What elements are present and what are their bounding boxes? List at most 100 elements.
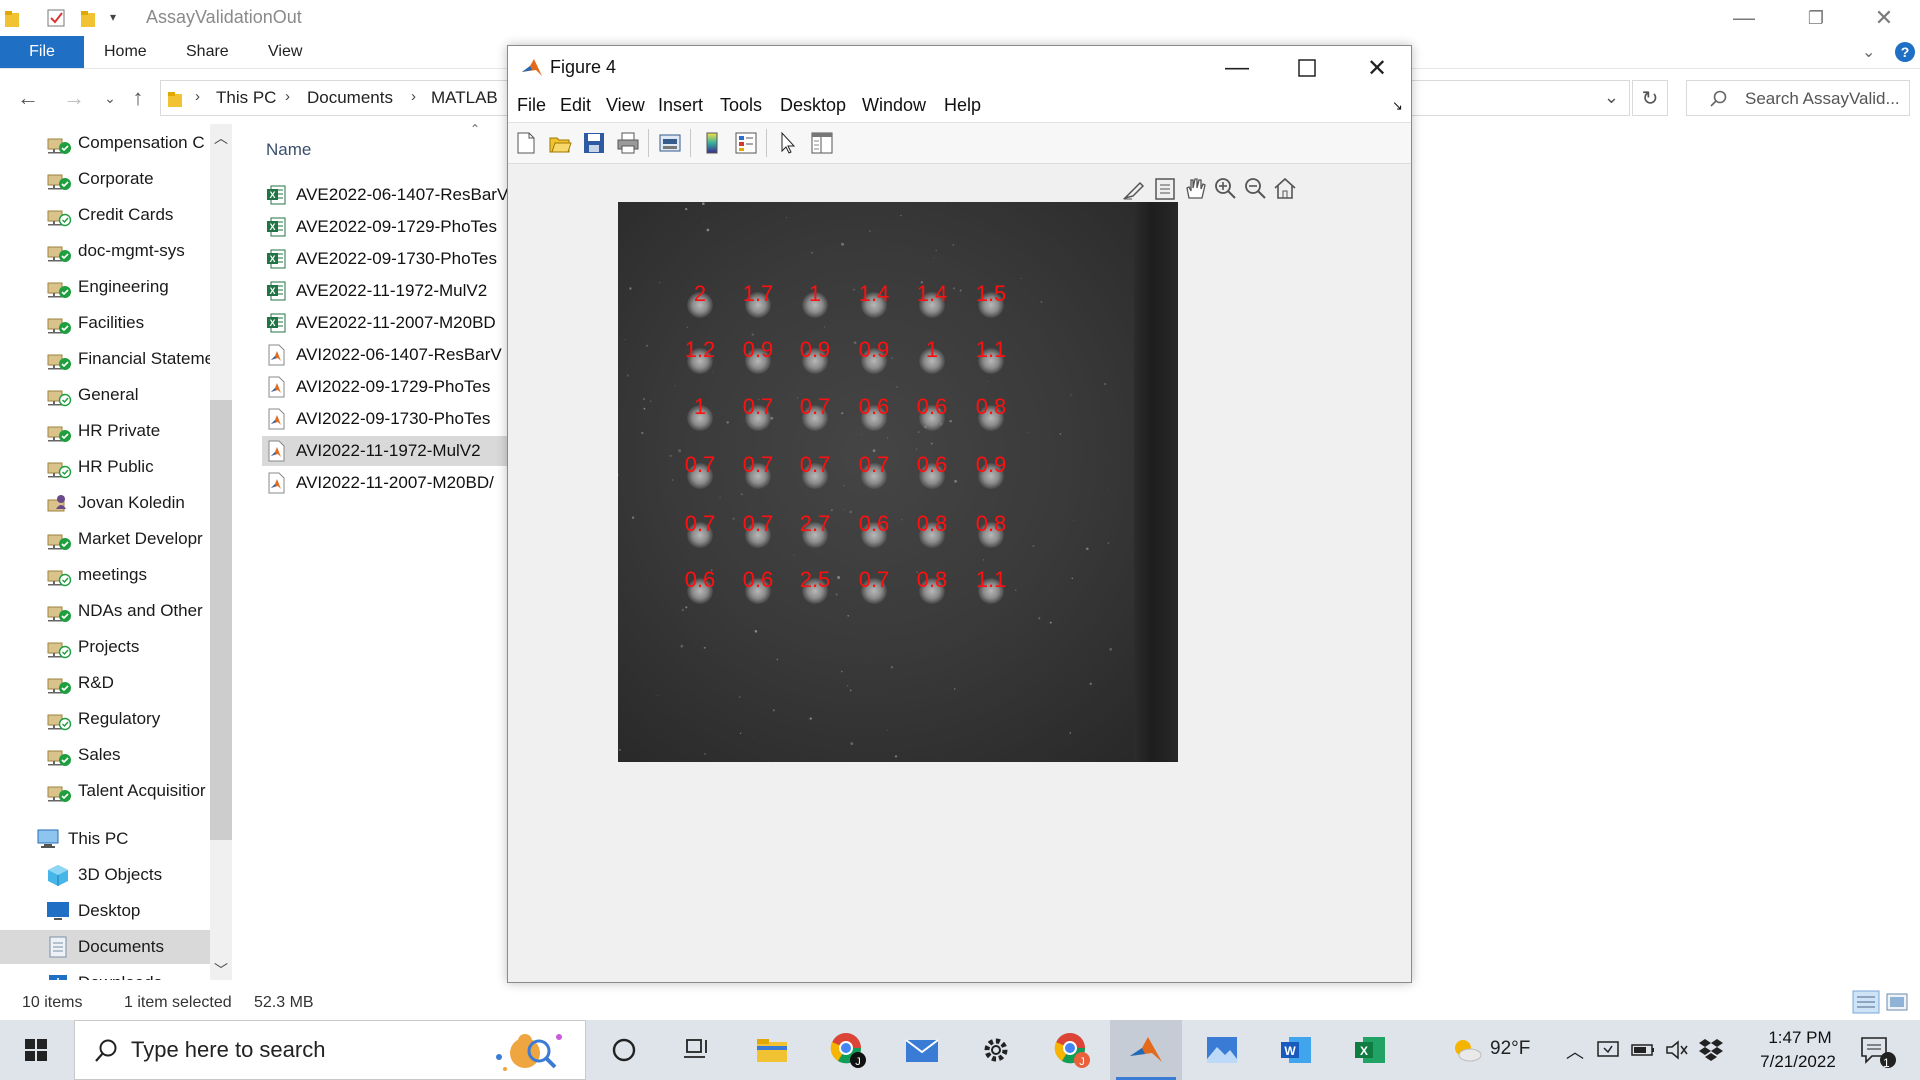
menu-view[interactable]: View xyxy=(606,95,645,116)
weather-icon[interactable] xyxy=(1450,1036,1484,1064)
nav-item[interactable]: HR Private xyxy=(0,414,212,448)
tab-view[interactable]: View xyxy=(268,36,302,68)
figure-axes-image[interactable]: 2 1.7 1 1.4 1.4 1.5 1.2 0.9 0.9 0.9 1 1.1 1 0.7 0.7 0.6… xyxy=(618,202,1178,762)
sort-ascending-icon[interactable]: ⌃ xyxy=(470,124,480,136)
scroll-down-icon[interactable]: ﹀ xyxy=(214,960,228,980)
tab-share[interactable]: Share xyxy=(186,36,229,68)
settings-taskbar-button[interactable] xyxy=(960,1020,1032,1080)
nav-scrollbar-thumb[interactable] xyxy=(210,400,232,840)
nav-item[interactable]: meetings xyxy=(0,558,212,592)
chrome-taskbar-button[interactable]: J xyxy=(812,1020,884,1080)
file-row[interactable]: X AVE2022-09-1730-PhoTes xyxy=(262,244,508,274)
file-row[interactable]: X AVE2022-06-1407-ResBarV xyxy=(262,180,508,210)
recent-locations-button[interactable]: ⌄ xyxy=(96,84,124,112)
clock-date[interactable]: 7/21/2022 xyxy=(1740,1052,1856,1072)
home-icon[interactable] xyxy=(1272,176,1298,202)
forward-button[interactable]: → xyxy=(60,84,88,112)
menu-window[interactable]: Window xyxy=(862,95,926,116)
minimize-button[interactable]: — xyxy=(1708,0,1780,36)
data-tips-icon[interactable] xyxy=(1152,176,1178,202)
legend-icon[interactable] xyxy=(734,131,758,155)
taskbar-search-box[interactable]: Type here to search xyxy=(74,1020,586,1080)
column-header-name[interactable]: Name xyxy=(266,140,311,160)
file-row[interactable]: X AVE2022-11-1972-MulV2 xyxy=(262,276,508,306)
nav-item[interactable]: General xyxy=(0,378,212,412)
clock-time[interactable]: 1:47 PM xyxy=(1752,1028,1848,1048)
matlab-taskbar-button[interactable] xyxy=(1110,1020,1182,1080)
menu-desktop[interactable]: Desktop xyxy=(780,95,846,116)
new-folder-icon[interactable] xyxy=(80,8,98,28)
pan-icon[interactable] xyxy=(1182,176,1208,202)
refresh-button[interactable]: ↻ xyxy=(1632,80,1668,116)
save-icon[interactable] xyxy=(582,131,606,155)
link-plot-icon[interactable] xyxy=(658,131,682,155)
nav-item[interactable]: NDAs and Other xyxy=(0,594,212,628)
network-icon[interactable] xyxy=(1596,1038,1620,1062)
word-taskbar-button[interactable]: W xyxy=(1260,1020,1332,1080)
figure-close-button[interactable]: ✕ xyxy=(1342,46,1412,90)
weather-temperature[interactable]: 92°F xyxy=(1490,1038,1530,1060)
file-row[interactable]: AVI2022-11-1972-MulV2 xyxy=(262,436,508,466)
nav-item[interactable]: doc-mgmt-sys xyxy=(0,234,212,268)
nav-item[interactable]: Credit Cards xyxy=(0,198,212,232)
new-figure-icon[interactable] xyxy=(514,131,538,155)
properties-icon[interactable] xyxy=(46,8,66,28)
breadcrumb-matlab[interactable]: MATLAB xyxy=(431,88,498,108)
nav-item[interactable]: Compensation C xyxy=(0,126,212,160)
property-inspector-icon[interactable] xyxy=(810,131,834,155)
excel-taskbar-button[interactable]: X xyxy=(1334,1020,1406,1080)
print-icon[interactable] xyxy=(616,131,640,155)
notification-center-icon[interactable] xyxy=(1858,1034,1898,1070)
tab-file[interactable]: File xyxy=(0,36,84,68)
photos-taskbar-button[interactable] xyxy=(1186,1020,1258,1080)
nav-item[interactable]: R&D xyxy=(0,666,212,700)
dock-arrow-icon[interactable]: ↘ xyxy=(1392,98,1403,114)
file-row[interactable]: AVI2022-06-1407-ResBarV xyxy=(262,340,508,370)
cortana-button[interactable] xyxy=(588,1020,660,1080)
zoom-out-icon[interactable] xyxy=(1242,176,1268,202)
file-row[interactable]: X AVE2022-09-1729-PhoTes xyxy=(262,212,508,242)
dropbox-icon[interactable] xyxy=(1698,1036,1724,1062)
menu-edit[interactable]: Edit xyxy=(560,95,591,116)
nav-item[interactable]: Financial Stateme xyxy=(0,342,212,376)
restore-button[interactable]: ❐ xyxy=(1780,0,1852,36)
nav-item[interactable]: Talent Acquisitior xyxy=(0,774,212,808)
up-button[interactable]: ↑ xyxy=(124,84,152,112)
breadcrumb-documents[interactable]: Documents xyxy=(307,88,393,108)
address-dropdown-icon[interactable]: ⌄ xyxy=(1604,87,1619,108)
file-row[interactable]: AVI2022-09-1729-PhoTes xyxy=(262,372,508,402)
nav-item-pc-location[interactable]: Documents xyxy=(0,930,212,964)
nav-item[interactable]: Regulatory xyxy=(0,702,212,736)
nav-item[interactable]: Jovan Koledin xyxy=(0,486,212,520)
figure-minimize-button[interactable]: — xyxy=(1202,46,1272,90)
menu-insert[interactable]: Insert xyxy=(658,95,703,116)
mail-taskbar-button[interactable] xyxy=(886,1020,958,1080)
file-row[interactable]: AVI2022-09-1730-PhoTes xyxy=(262,404,508,434)
nav-item-pc-location[interactable]: 3D Objects xyxy=(0,858,212,892)
brush-icon[interactable] xyxy=(1122,176,1148,202)
nav-item-this-pc[interactable]: This PC xyxy=(0,822,212,856)
breadcrumb-this-pc[interactable]: This PC xyxy=(216,88,276,108)
tab-home[interactable]: Home xyxy=(104,36,147,68)
figure-maximize-button[interactable] xyxy=(1272,46,1342,90)
nav-item-pc-location[interactable]: Desktop xyxy=(0,894,212,928)
file-explorer-taskbar-button[interactable] xyxy=(736,1020,808,1080)
show-hidden-icons-icon[interactable]: ︿ xyxy=(1566,1038,1584,1064)
volume-muted-icon[interactable] xyxy=(1664,1038,1688,1062)
expand-ribbon-icon[interactable]: ⌄ xyxy=(1862,42,1875,62)
battery-icon[interactable] xyxy=(1630,1038,1656,1062)
nav-item[interactable]: Engineering xyxy=(0,270,212,304)
back-button[interactable]: ← xyxy=(14,84,42,112)
chrome-profile-taskbar-button[interactable]: J xyxy=(1036,1020,1108,1080)
help-icon[interactable]: ? xyxy=(1894,41,1916,63)
file-row[interactable]: X AVE2022-11-2007-M20BD xyxy=(262,308,508,338)
colorbar-icon[interactable] xyxy=(700,131,724,155)
close-button[interactable]: ✕ xyxy=(1848,0,1920,36)
edit-plot-icon[interactable] xyxy=(776,131,800,155)
task-view-button[interactable] xyxy=(660,1020,732,1080)
menu-file[interactable]: File xyxy=(517,95,546,116)
details-view-icon[interactable] xyxy=(1852,990,1880,1014)
search-box[interactable]: Search AssayValid... xyxy=(1686,80,1910,116)
nav-item[interactable]: Facilities xyxy=(0,306,212,340)
scroll-up-icon[interactable]: ︿ xyxy=(214,128,228,148)
